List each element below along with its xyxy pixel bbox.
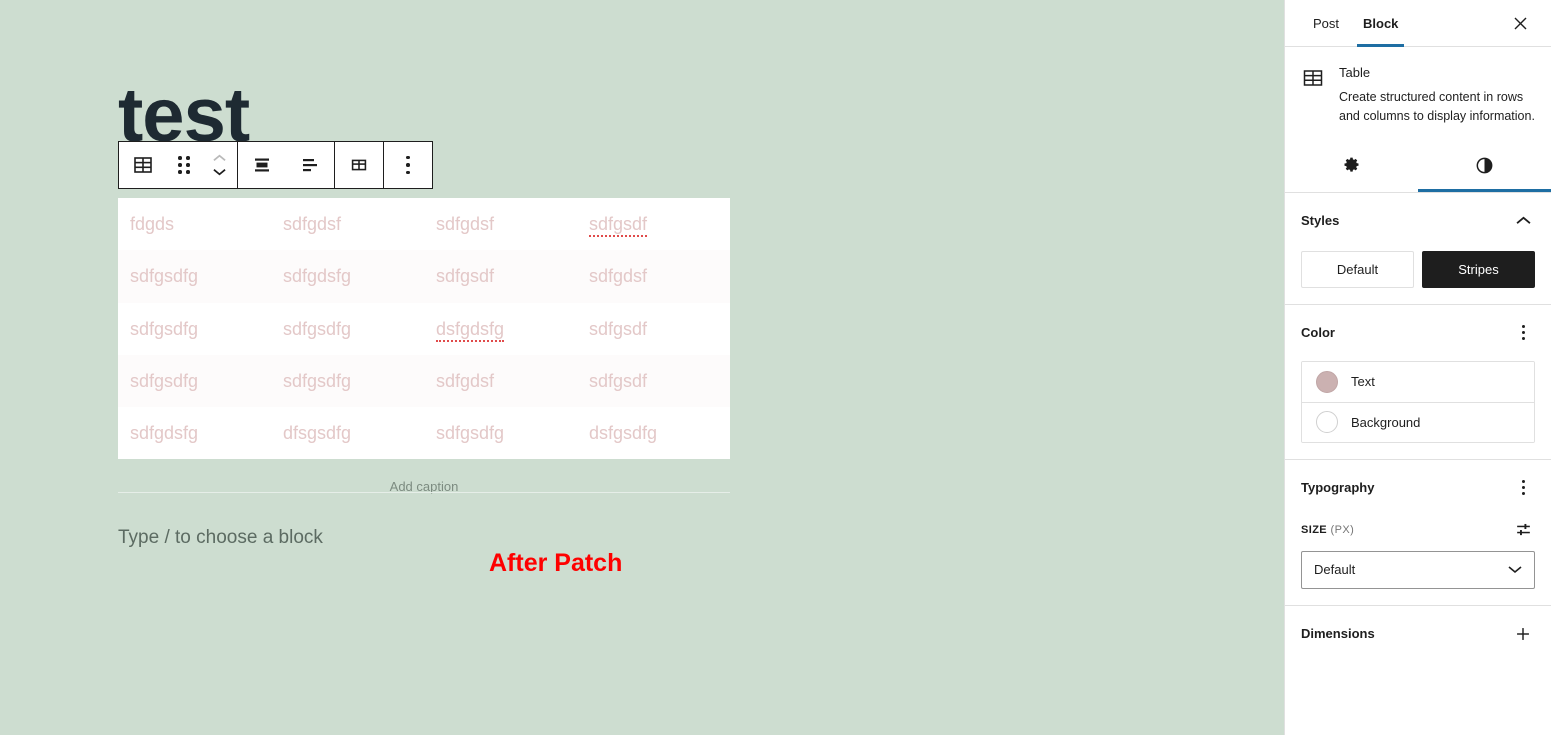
chevron-down-icon[interactable] [212,168,226,176]
font-size-unit: (PX) [1330,523,1355,536]
table-cell[interactable]: sdfgsdf [424,250,577,302]
block-title: Table [1339,65,1371,80]
table-row[interactable]: sdfgsdfg sdfgsdfg dsfgdsfg sdfgsdf [118,302,730,355]
toolbar-group-options [384,142,432,188]
table-cell[interactable]: fdgds [118,198,271,250]
font-size-label: SIZE (PX) [1301,524,1354,536]
table-row[interactable]: sdfgsdfg sdfgdsfg sdfgsdf sdfgdsf [118,250,730,303]
text-color-label: Text [1351,374,1375,389]
tab-post[interactable]: Post [1301,0,1351,47]
table-cell[interactable]: sdfgsdfg [424,407,577,459]
table-block[interactable]: fdgds sdfgdsf sdfgdsf sdfgsdf sdfgsdfg s… [118,198,730,494]
chevron-down-icon [1508,566,1522,574]
chevron-up-icon[interactable] [212,154,226,162]
styles-panel: Styles Default Stripes [1285,193,1551,305]
font-size-label-text: SIZE [1301,523,1328,536]
plus-icon[interactable] [1511,622,1535,646]
block-info-card: Table Create structured content in rows … [1285,47,1551,136]
font-size-controls-icon[interactable] [1511,518,1535,542]
tab-block[interactable]: Block [1351,0,1410,47]
vertical-align-icon[interactable] [238,142,286,188]
sidebar-icon-tabs [1285,144,1551,193]
table-cell[interactable]: sdfgsdfg [271,303,424,355]
block-toolbar [118,141,433,189]
style-variations: Default Stripes [1301,250,1535,288]
dimensions-panel-header: Dimensions [1301,622,1535,646]
table-icon [1301,66,1325,90]
contrast-icon [1474,155,1495,181]
table-cell[interactable]: sdfgsdf [577,303,730,355]
styles-tab[interactable] [1418,144,1551,192]
close-icon[interactable] [1505,8,1535,38]
block-info-text: Table Create structured content in rows … [1339,65,1535,126]
table-body: fdgds sdfgdsf sdfgdsf sdfgsdf sdfgsdfg s… [118,198,730,460]
styles-panel-title: Styles [1301,213,1340,228]
background-color-swatch[interactable] [1316,411,1338,433]
table-cell[interactable]: sdfgsdfg [118,355,271,407]
table-row[interactable]: sdfgdsfg dfsgsdfg sdfgsdfg dsfgsdfg [118,407,730,460]
toolbar-group-edit-table [335,142,384,188]
block-description: Create structured content in rows and co… [1339,90,1535,123]
color-panel-title: Color [1301,325,1335,340]
color-options-icon[interactable] [1511,321,1535,345]
settings-tab[interactable] [1285,144,1418,192]
content-column: test [118,0,730,154]
editor-canvas: test fdgds sdfgdsf sdfgdsf sdfgsdf sdfgs… [0,0,1284,735]
table-cell[interactable]: sdfgdsf [577,250,730,302]
table-cell[interactable]: sdfgsdfg [271,355,424,407]
kebab-dots [406,155,410,175]
typography-options-icon[interactable] [1511,476,1535,500]
font-size-select[interactable]: Default [1301,550,1535,589]
gear-icon [1341,155,1362,181]
chevron-up-icon[interactable] [1511,209,1535,233]
font-size-header: SIZE (PX) [1301,518,1535,542]
typography-panel: Typography SIZE (PX) Default [1285,460,1551,606]
drag-handle-icon[interactable] [167,142,201,188]
table-cell[interactable]: sdfgdsfg [271,250,424,302]
color-option-background[interactable]: Background [1302,401,1534,442]
block-divider [118,492,730,493]
style-default-button[interactable]: Default [1301,250,1414,288]
color-options-list: Text Background [1301,360,1535,443]
toolbar-group-block [119,142,238,188]
table-block-icon[interactable] [119,142,167,188]
block-settings-sidebar: Post Block Table Create structured conte… [1284,0,1551,735]
table-row[interactable]: fdgds sdfgdsf sdfgdsf sdfgsdf [118,198,730,251]
table-cell[interactable]: sdfgdsf [271,198,424,250]
table-cell[interactable]: sdfgdsf [424,198,577,250]
more-options-icon[interactable] [384,142,432,188]
table-row[interactable]: sdfgsdfg sdfgsdfg sdfgdsf sdfgsdf [118,354,730,408]
sidebar-tabs: Post Block [1285,0,1551,47]
dimensions-panel: Dimensions [1285,606,1551,662]
wp-table[interactable]: fdgds sdfgdsf sdfgdsf sdfgsdf sdfgsdfg s… [118,198,730,460]
table-cell[interactable]: sdfgsdf [577,198,730,250]
editor-root: test fdgds sdfgdsf sdfgdsf sdfgsdf sdfgs… [0,0,1551,735]
styles-panel-header[interactable]: Styles [1301,209,1535,233]
text-color-swatch[interactable] [1316,370,1338,393]
table-cell[interactable]: sdfgsdfg [118,303,271,355]
table-cell[interactable]: dsfgdsfg [424,303,577,355]
column-align-icon[interactable] [286,142,334,188]
table-cell[interactable]: sdfgsdfg [118,250,271,302]
table-cell[interactable]: sdfgdsfg [118,407,271,459]
color-panel-header: Color [1301,321,1535,345]
annotation-after-patch: After Patch [489,549,623,577]
table-cell[interactable]: sdfgsdf [577,355,730,407]
typography-panel-header: Typography [1301,476,1535,500]
table-cell[interactable]: dfsgsdfg [271,407,424,459]
typography-panel-title: Typography [1301,480,1375,495]
table-cell[interactable]: sdfgdsf [424,355,577,407]
drag-dots [178,156,190,174]
color-option-text[interactable]: Text [1302,361,1534,402]
color-panel: Color Text Background [1285,305,1551,460]
move-block-buttons[interactable] [201,142,237,188]
edit-table-icon[interactable] [335,142,383,188]
paragraph-placeholder[interactable]: Type / to choose a block [118,527,323,549]
toolbar-group-align [238,142,335,188]
background-color-label: Background [1351,414,1421,430]
style-stripes-button[interactable]: Stripes [1422,250,1535,288]
font-size-value: Default [1314,562,1356,577]
table-cell[interactable]: dsfgsdfg [577,407,730,459]
dimensions-panel-title: Dimensions [1301,626,1375,641]
